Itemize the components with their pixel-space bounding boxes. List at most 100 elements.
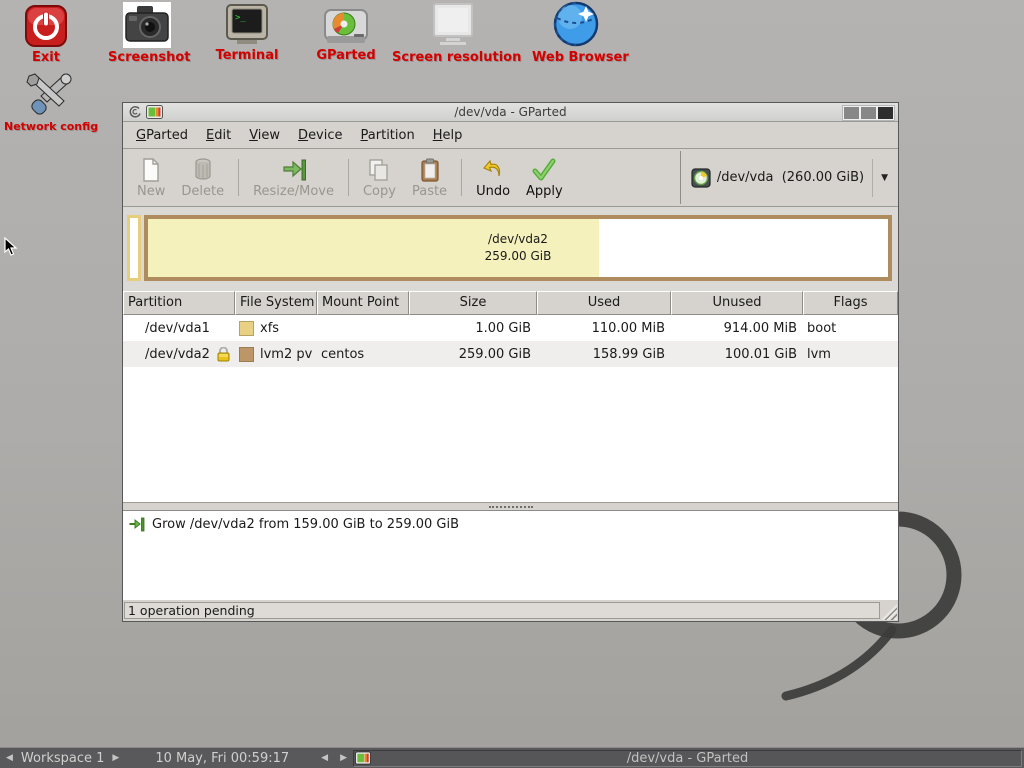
window-title: /dev/vda - GParted	[123, 105, 898, 119]
undo-button-label: Undo	[476, 184, 510, 199]
terminal-icon: >_	[225, 4, 269, 46]
delete-icon	[193, 158, 213, 182]
taskbar-task-gparted[interactable]: /dev/vda - GParted	[353, 750, 1022, 767]
globe-icon	[552, 0, 600, 48]
desktop-icon-gparted[interactable]: GParted	[314, 8, 378, 63]
pending-operations-pane: Grow /dev/vda2 from 159.00 GiB to 259.00…	[123, 510, 898, 599]
apply-button-label: Apply	[526, 184, 563, 199]
toolbar-separator	[348, 159, 349, 196]
paste-button[interactable]: Paste	[404, 151, 455, 204]
desktop-icon-screenshot[interactable]: Screenshot	[108, 2, 186, 65]
window-controls	[842, 105, 895, 121]
device-selector[interactable]: /dev/vda (260.00 GiB) ▼	[680, 151, 898, 204]
delete-button-label: Delete	[181, 184, 224, 199]
cell-flags: boot	[803, 321, 898, 336]
partition-table: Partition File System Mount Point Size U…	[123, 291, 898, 502]
resize-move-button-label: Resize/Move	[253, 184, 334, 199]
table-row-vda1[interactable]: /dev/vda1 xfs 1.00 GiB 110.00 MiB 914.00…	[123, 315, 898, 341]
close-button[interactable]	[878, 107, 893, 119]
cell-file-system: xfs	[235, 321, 317, 336]
copy-button[interactable]: Copy	[355, 151, 404, 204]
desktop-icon-label: Terminal	[213, 48, 281, 63]
chevron-down-icon: ▼	[873, 173, 892, 183]
desktop-icon-terminal[interactable]: >_ Terminal	[213, 4, 281, 63]
workspace-next-icon[interactable]: ▶	[106, 753, 125, 763]
desktop-icon-label: Web Browser	[532, 50, 620, 65]
minimize-button[interactable]	[844, 107, 859, 119]
menu-help[interactable]: Help	[424, 123, 472, 148]
workspace-prev-icon[interactable]: ◀	[0, 753, 19, 763]
menu-view[interactable]: View	[240, 123, 289, 148]
partition-name: /dev/vda2	[145, 347, 210, 362]
header-flags[interactable]: Flags	[803, 291, 898, 315]
header-used[interactable]: Used	[537, 291, 671, 315]
table-row-vda2[interactable]: /dev/vda2 lvm2 pv centos 259.00 GiB 158.…	[123, 341, 898, 367]
desktop: Exit Screenshot >_ Terminal	[0, 0, 1024, 768]
task-title: /dev/vda - GParted	[354, 751, 1021, 766]
resize-move-button[interactable]: Resize/Move	[245, 151, 342, 204]
copy-icon	[367, 158, 391, 182]
cell-partition: /dev/vda2	[123, 347, 235, 362]
desktop-icon-network-config[interactable]: Network config	[4, 70, 94, 133]
toolbar-separator	[238, 159, 239, 196]
header-partition[interactable]: Partition	[123, 291, 235, 315]
header-mount-point[interactable]: Mount Point	[317, 291, 409, 315]
camera-icon	[123, 2, 171, 48]
header-file-system[interactable]: File System	[235, 291, 317, 315]
paste-button-label: Paste	[412, 184, 447, 199]
svg-text:>_: >_	[235, 13, 246, 23]
partition-block-vda1[interactable]	[127, 215, 141, 281]
pane-splitter[interactable]	[123, 502, 898, 510]
maximize-button[interactable]	[861, 107, 876, 119]
undo-button[interactable]: Undo	[468, 151, 518, 204]
fs-color-swatch	[239, 321, 254, 336]
task-next-icon[interactable]: ▶	[334, 753, 353, 763]
status-text: 1 operation pending	[124, 602, 880, 619]
undo-icon	[481, 158, 505, 182]
tools-icon	[23, 70, 75, 118]
taskbar-clock: 10 May, Fri 00:59:17	[125, 751, 315, 766]
title-bar[interactable]: /dev/vda - GParted	[123, 103, 898, 122]
workspace-label: Workspace 1	[19, 751, 106, 766]
desktop-icon-exit[interactable]: Exit	[18, 4, 74, 65]
window-resize-grip[interactable]	[881, 604, 897, 620]
lock-icon	[216, 347, 231, 362]
cell-file-system: lvm2 pv	[235, 347, 317, 362]
operation-text: Grow /dev/vda2 from 159.00 GiB to 259.00…	[152, 517, 459, 532]
copy-button-label: Copy	[363, 184, 396, 199]
power-icon	[24, 4, 68, 48]
cell-used: 158.99 GiB	[537, 347, 671, 362]
cell-mount-point: centos	[317, 347, 409, 362]
splitter-grip-dots	[489, 506, 533, 508]
monitor-icon	[428, 2, 478, 48]
gparted-window: /dev/vda - GParted GParted Edit View Dev…	[122, 102, 899, 622]
operation-item[interactable]: Grow /dev/vda2 from 159.00 GiB to 259.00…	[129, 517, 892, 532]
menu-edit[interactable]: Edit	[197, 123, 240, 148]
desktop-icon-web-browser[interactable]: Web Browser	[532, 0, 620, 65]
desktop-icon-label: Screenshot	[108, 50, 186, 65]
task-prev-icon[interactable]: ◀	[315, 753, 334, 763]
vda2-bar-name: /dev/vda2	[148, 231, 888, 248]
toolbar-separator	[461, 159, 462, 196]
vda2-bar-size: 259.00 GiB	[148, 248, 888, 265]
desktop-icon-label: Network config	[4, 120, 94, 133]
partition-block-vda2[interactable]: /dev/vda2 259.00 GiB	[144, 215, 892, 281]
grow-operation-icon	[129, 517, 145, 532]
mouse-cursor	[4, 237, 18, 257]
menu-device[interactable]: Device	[289, 123, 351, 148]
resize-move-icon	[281, 158, 307, 182]
menu-partition[interactable]: Partition	[352, 123, 424, 148]
desktop-icon-screen-resolution[interactable]: Screen resolution	[392, 2, 514, 65]
device-selector-value: /dev/vda (260.00 GiB)	[717, 170, 864, 185]
delete-button[interactable]: Delete	[173, 151, 232, 204]
apply-button[interactable]: Apply	[518, 151, 571, 204]
cell-unused: 914.00 MiB	[671, 321, 803, 336]
new-button[interactable]: New	[129, 151, 173, 204]
menu-gparted[interactable]: GParted	[127, 123, 197, 148]
header-unused[interactable]: Unused	[671, 291, 803, 315]
new-icon	[140, 158, 162, 182]
desktop-icon-label: Exit	[18, 50, 74, 65]
fs-name: xfs	[260, 321, 279, 336]
gparted-icon	[323, 8, 369, 46]
header-size[interactable]: Size	[409, 291, 537, 315]
